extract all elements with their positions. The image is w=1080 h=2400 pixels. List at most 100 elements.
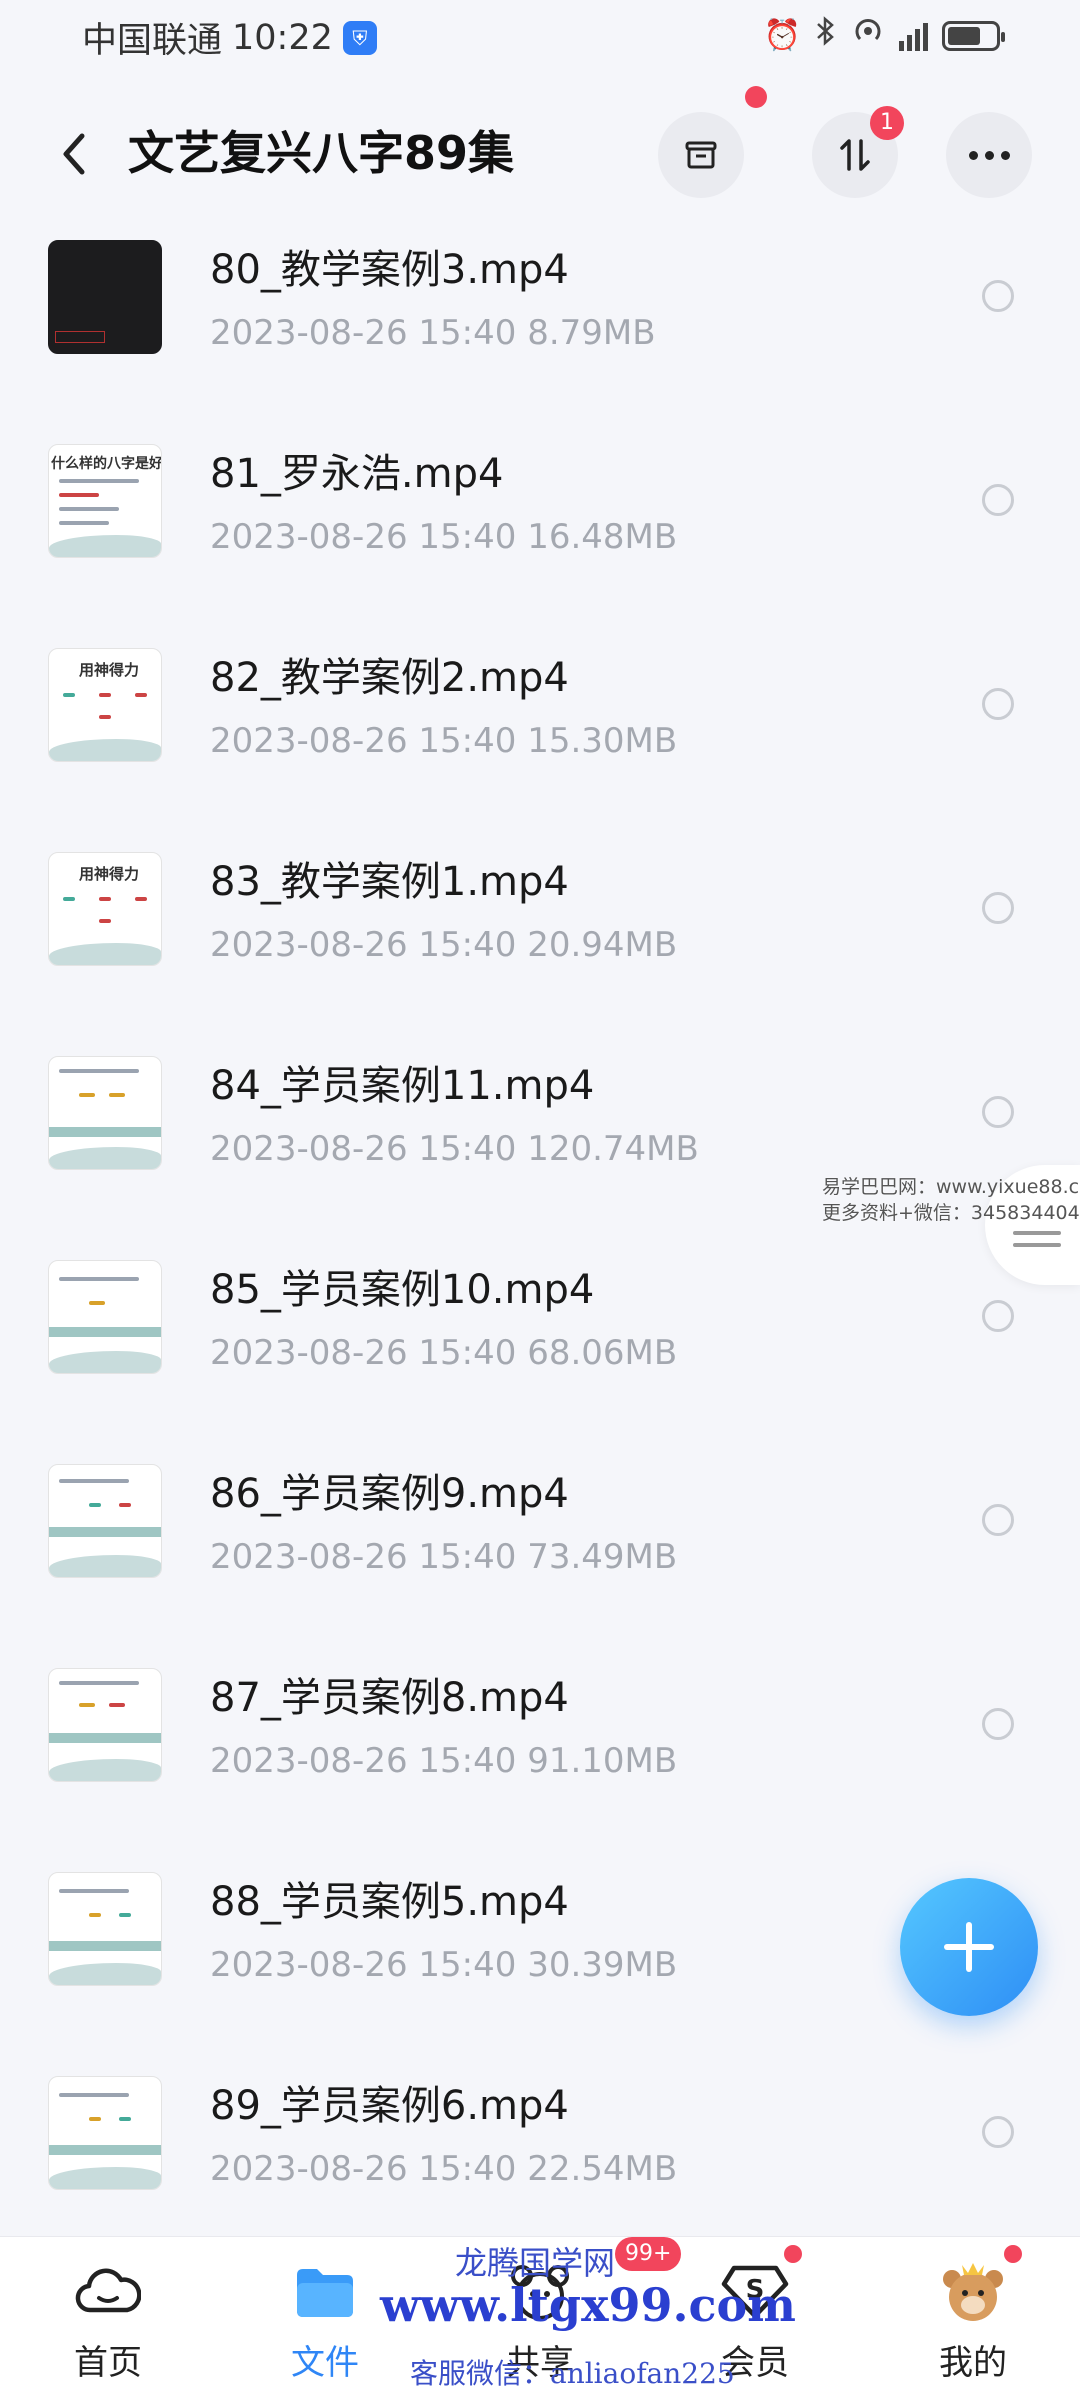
file-row[interactable]: 用神得力 82_教学案例2.mp4 2023-08-26 15:40 15.30… bbox=[0, 633, 1080, 837]
file-row[interactable]: 80_教学案例3.mp4 2023-08-26 15:40 8.79MB bbox=[0, 225, 1080, 429]
video-thumbnail: 用神得力 bbox=[48, 648, 162, 762]
file-meta: 2023-08-26 15:40 8.79MB bbox=[210, 311, 656, 355]
file-size: 30.39MB bbox=[527, 1945, 678, 1985]
nav-me[interactable]: 我的 bbox=[893, 2245, 1053, 2397]
file-date: 2023-08-26 bbox=[210, 721, 408, 761]
chevron-left-icon bbox=[63, 133, 85, 175]
file-name: 80_教学案例3.mp4 bbox=[210, 247, 569, 293]
file-time: 15:40 bbox=[418, 517, 517, 557]
carrier-name: 中国联通 bbox=[82, 21, 223, 61]
plus-icon bbox=[944, 1922, 994, 1972]
nav-label: 首页 bbox=[74, 2343, 142, 2383]
file-date: 2023-08-26 bbox=[210, 1537, 408, 1577]
overlay-watermark-url: www.ltgx99.com bbox=[380, 2278, 796, 2332]
archive-button[interactable] bbox=[658, 112, 744, 198]
video-thumbnail: 用神得力 bbox=[48, 852, 162, 966]
file-size: 8.79MB bbox=[527, 313, 656, 353]
battery-icon bbox=[942, 20, 1005, 51]
file-meta: 2023-08-26 15:40 15.30MB bbox=[210, 719, 677, 763]
cloud-icon bbox=[73, 2257, 143, 2327]
select-radio[interactable] bbox=[982, 892, 1014, 924]
video-thumbnail bbox=[48, 1668, 162, 1782]
select-radio[interactable] bbox=[982, 2116, 1014, 2148]
file-name: 86_学员案例9.mp4 bbox=[210, 1471, 569, 1517]
transfer-count-badge: 1 bbox=[870, 106, 904, 140]
file-size: 22.54MB bbox=[527, 2149, 678, 2189]
archive-icon bbox=[685, 141, 717, 169]
nav-label: 我的 bbox=[939, 2343, 1007, 2383]
security-badge-icon: ⛨ bbox=[342, 20, 377, 55]
file-time: 15:40 bbox=[418, 1537, 517, 1577]
file-meta: 2023-08-26 15:40 22.54MB bbox=[210, 2147, 677, 2191]
file-time: 15:40 bbox=[418, 1945, 517, 1985]
folder-icon bbox=[290, 2257, 360, 2327]
file-name: 83_教学案例1.mp4 bbox=[210, 859, 569, 905]
file-time: 15:40 bbox=[418, 1333, 517, 1373]
side-watermark-line1: 易学巴巴网：www.yixue88.cn bbox=[822, 1176, 1080, 1198]
select-radio[interactable] bbox=[982, 688, 1014, 720]
file-row[interactable]: 86_学员案例9.mp4 2023-08-26 15:40 73.49MB bbox=[0, 1449, 1080, 1653]
file-name: 88_学员案例5.mp4 bbox=[210, 1879, 569, 1925]
file-size: 20.94MB bbox=[527, 925, 678, 965]
file-date: 2023-08-26 bbox=[210, 517, 408, 557]
file-time: 15:40 bbox=[418, 2149, 517, 2189]
file-name: 82_教学案例2.mp4 bbox=[210, 655, 569, 701]
file-date: 2023-08-26 bbox=[210, 925, 408, 965]
select-radio[interactable] bbox=[982, 1504, 1014, 1536]
video-thumbnail bbox=[48, 1056, 162, 1170]
notification-dot bbox=[745, 86, 767, 108]
hotspot-icon bbox=[851, 14, 885, 57]
transfer-icon bbox=[840, 139, 870, 171]
file-row[interactable]: 用神得力 83_教学案例1.mp4 2023-08-26 15:40 20.94… bbox=[0, 837, 1080, 1041]
transfer-button[interactable]: 1 bbox=[812, 106, 904, 198]
select-radio[interactable] bbox=[982, 1708, 1014, 1740]
file-date: 2023-08-26 bbox=[210, 1945, 408, 1985]
alarm-icon: ⏰ bbox=[763, 17, 801, 53]
add-button[interactable] bbox=[900, 1878, 1038, 2016]
file-size: 15.30MB bbox=[527, 721, 678, 761]
video-thumbnail bbox=[48, 2076, 162, 2190]
file-row[interactable]: 89_学员案例6.mp4 2023-08-26 15:40 22.54MB bbox=[0, 2061, 1080, 2265]
file-meta: 2023-08-26 15:40 20.94MB bbox=[210, 923, 677, 967]
file-meta: 2023-08-26 15:40 91.10MB bbox=[210, 1739, 677, 1783]
video-thumbnail bbox=[48, 1872, 162, 1986]
file-time: 15:40 bbox=[418, 721, 517, 761]
file-size: 120.74MB bbox=[527, 1129, 699, 1169]
page-title: 文艺复兴八字89集 bbox=[128, 126, 515, 180]
file-name: 87_学员案例8.mp4 bbox=[210, 1675, 569, 1721]
file-time: 15:40 bbox=[418, 313, 517, 353]
file-row[interactable]: 85_学员案例10.mp4 2023-08-26 15:40 68.06MB bbox=[0, 1245, 1080, 1449]
video-thumbnail bbox=[48, 1464, 162, 1578]
select-radio[interactable] bbox=[982, 1300, 1014, 1332]
file-time: 15:40 bbox=[418, 925, 517, 965]
bluetooth-icon bbox=[815, 15, 837, 56]
share-badge: 99+ bbox=[615, 2237, 682, 2271]
select-radio[interactable] bbox=[982, 280, 1014, 312]
more-button[interactable] bbox=[946, 112, 1032, 198]
file-row[interactable]: 什么样的八字是好八字 81_罗永浩.mp4 2023-08-26 15:40 1… bbox=[0, 429, 1080, 633]
select-radio[interactable] bbox=[982, 1096, 1014, 1128]
video-thumbnail: 什么样的八字是好八字 bbox=[48, 444, 162, 558]
file-meta: 2023-08-26 15:40 16.48MB bbox=[210, 515, 677, 559]
me-dot bbox=[1004, 2245, 1022, 2263]
file-date: 2023-08-26 bbox=[210, 2149, 408, 2189]
file-size: 73.49MB bbox=[527, 1537, 678, 1577]
nav-home[interactable]: 首页 bbox=[28, 2257, 188, 2397]
clock: 10:22 bbox=[232, 17, 333, 58]
video-thumbnail bbox=[48, 240, 162, 354]
file-time: 15:40 bbox=[418, 1741, 517, 1781]
file-meta: 2023-08-26 15:40 73.49MB bbox=[210, 1535, 677, 1579]
file-date: 2023-08-26 bbox=[210, 1129, 408, 1169]
file-name: 89_学员案例6.mp4 bbox=[210, 2083, 569, 2129]
avatar-icon bbox=[938, 2245, 1022, 2327]
thumbnail-text: 用神得力 bbox=[79, 865, 140, 883]
status-icons: ⏰ bbox=[763, 14, 1005, 57]
file-size: 16.48MB bbox=[527, 517, 678, 557]
file-time: 15:40 bbox=[418, 1129, 517, 1169]
select-radio[interactable] bbox=[982, 484, 1014, 516]
status-bar: 中国联通 10:22 ⛨ ⏰ bbox=[0, 0, 1080, 72]
back-button[interactable] bbox=[44, 124, 104, 184]
overlay-watermark-contact: 客服微信：anliaofan225 bbox=[410, 2357, 735, 2390]
file-size: 68.06MB bbox=[527, 1333, 678, 1373]
file-row[interactable]: 87_学员案例8.mp4 2023-08-26 15:40 91.10MB bbox=[0, 1653, 1080, 1857]
